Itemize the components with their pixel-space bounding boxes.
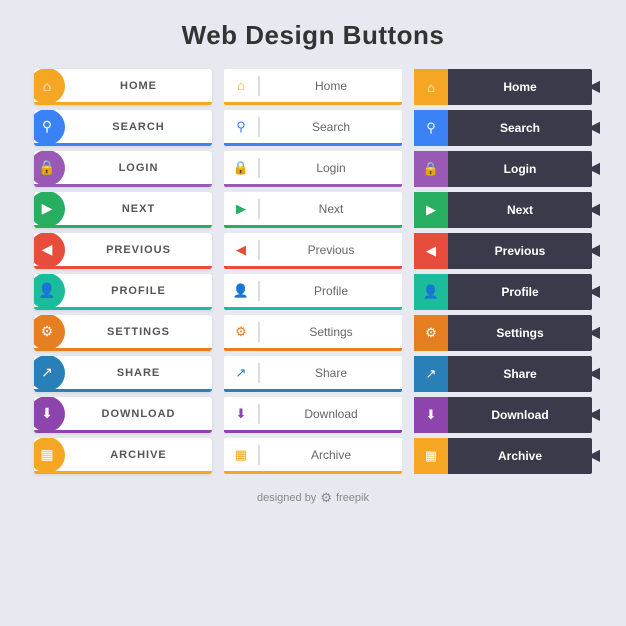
btn-style2-next[interactable]: ▶ Next: [224, 192, 402, 228]
btn-style2-home[interactable]: ⌂ Home: [224, 69, 402, 105]
page-title: Web Design Buttons: [182, 20, 445, 51]
btn-label: Previous: [448, 244, 592, 258]
btn-label: Settings: [260, 325, 402, 339]
btn-label: SETTINGS: [65, 326, 212, 338]
btn-label: Search: [448, 121, 592, 135]
btn-label: Next: [448, 203, 592, 217]
share-icon: ↗: [224, 355, 258, 391]
btn-style1-search[interactable]: ⚲ SEARCH: [34, 110, 212, 146]
btn-style2-settings[interactable]: ⚙ Settings: [224, 315, 402, 351]
column-2: ⌂ Home ⚲ Search 🔒 Login ▶ Next ◀ Previou…: [224, 69, 402, 474]
column-1: ⌂ HOME ⚲ SEARCH 🔒 LOGIN ▶ NEXT ◀ PREVIOU…: [34, 69, 212, 474]
profile-icon: 👤: [224, 273, 258, 309]
column-3: ⌂ Home ⚲ Search 🔒 Login ▶ Next ◀ Previou…: [414, 69, 592, 474]
profile-icon: 👤: [414, 274, 448, 310]
archive-icon: ▦: [414, 438, 448, 474]
footer: designed by ⚙ freepik: [257, 490, 369, 506]
btn-style2-login[interactable]: 🔒 Login: [224, 151, 402, 187]
btn-label: LOGIN: [65, 162, 212, 174]
home-icon: ⌂: [224, 68, 258, 104]
btn-label: Home: [260, 79, 402, 93]
login-icon: 🔒: [414, 151, 448, 187]
btn-label: Previous: [260, 243, 402, 257]
btn-label: DOWNLOAD: [65, 408, 212, 420]
settings-icon: ⚙: [34, 315, 65, 350]
btn-label: SHARE: [65, 367, 212, 379]
btn-style2-previous[interactable]: ◀ Previous: [224, 233, 402, 269]
btn-style2-archive[interactable]: ▦ Archive: [224, 438, 402, 474]
share-icon: ↗: [34, 356, 65, 391]
freepik-logo-icon: ⚙: [320, 490, 332, 506]
previous-icon: ◀: [414, 233, 448, 269]
btn-label: NEXT: [65, 203, 212, 215]
btn-style3-previous[interactable]: ◀ Previous: [414, 233, 592, 269]
login-icon: 🔒: [224, 150, 258, 186]
btn-style3-download[interactable]: ⬇ Download: [414, 397, 592, 433]
btn-style3-archive[interactable]: ▦ Archive: [414, 438, 592, 474]
btn-style3-settings[interactable]: ⚙ Settings: [414, 315, 592, 351]
share-icon: ↗: [414, 356, 448, 392]
btn-label: HOME: [65, 80, 212, 92]
btn-style3-login[interactable]: 🔒 Login: [414, 151, 592, 187]
btn-label: Archive: [260, 448, 402, 462]
archive-icon: ▦: [224, 437, 258, 473]
btn-label: SEARCH: [65, 121, 212, 133]
btn-label: Download: [448, 408, 592, 422]
download-icon: ⬇: [34, 397, 65, 432]
btn-style3-profile[interactable]: 👤 Profile: [414, 274, 592, 310]
btn-label: Share: [448, 367, 592, 381]
btn-style2-share[interactable]: ↗ Share: [224, 356, 402, 392]
previous-icon: ◀: [224, 232, 258, 268]
btn-style2-search[interactable]: ⚲ Search: [224, 110, 402, 146]
buttons-grid: ⌂ HOME ⚲ SEARCH 🔒 LOGIN ▶ NEXT ◀ PREVIOU…: [10, 69, 616, 474]
next-icon: ▶: [224, 191, 258, 227]
footer-text: designed by: [257, 492, 316, 504]
btn-style1-home[interactable]: ⌂ HOME: [34, 69, 212, 105]
btn-label: Download: [260, 407, 402, 421]
btn-label: ARCHIVE: [65, 449, 212, 461]
btn-label: Archive: [448, 449, 592, 463]
btn-label: Login: [260, 161, 402, 175]
btn-label: Next: [260, 202, 402, 216]
btn-style3-search[interactable]: ⚲ Search: [414, 110, 592, 146]
btn-label: Profile: [260, 284, 402, 298]
archive-icon: ▦: [34, 438, 65, 473]
btn-style1-archive[interactable]: ▦ ARCHIVE: [34, 438, 212, 474]
btn-style2-download[interactable]: ⬇ Download: [224, 397, 402, 433]
btn-style1-download[interactable]: ⬇ DOWNLOAD: [34, 397, 212, 433]
download-icon: ⬇: [224, 396, 258, 432]
btn-label: PROFILE: [65, 285, 212, 297]
next-icon: ▶: [34, 192, 65, 227]
btn-style2-profile[interactable]: 👤 Profile: [224, 274, 402, 310]
btn-style1-next[interactable]: ▶ NEXT: [34, 192, 212, 228]
home-icon: ⌂: [414, 69, 448, 105]
btn-style3-share[interactable]: ↗ Share: [414, 356, 592, 392]
btn-label: Profile: [448, 285, 592, 299]
home-icon: ⌂: [34, 69, 65, 104]
btn-style1-share[interactable]: ↗ SHARE: [34, 356, 212, 392]
previous-icon: ◀: [34, 233, 65, 268]
btn-label: Settings: [448, 326, 592, 340]
btn-label: Search: [260, 120, 402, 134]
settings-icon: ⚙: [414, 315, 448, 351]
search-icon: ⚲: [414, 110, 448, 146]
next-icon: ▶: [414, 192, 448, 228]
footer-brand: freepik: [336, 492, 369, 504]
btn-label: Share: [260, 366, 402, 380]
btn-style1-login[interactable]: 🔒 LOGIN: [34, 151, 212, 187]
btn-label: PREVIOUS: [65, 244, 212, 256]
btn-style1-previous[interactable]: ◀ PREVIOUS: [34, 233, 212, 269]
settings-icon: ⚙: [224, 314, 258, 350]
login-icon: 🔒: [34, 151, 65, 186]
btn-style1-settings[interactable]: ⚙ SETTINGS: [34, 315, 212, 351]
btn-style1-profile[interactable]: 👤 PROFILE: [34, 274, 212, 310]
btn-style3-next[interactable]: ▶ Next: [414, 192, 592, 228]
download-icon: ⬇: [414, 397, 448, 433]
btn-label: Login: [448, 162, 592, 176]
profile-icon: 👤: [34, 274, 65, 309]
search-icon: ⚲: [224, 109, 258, 145]
btn-label: Home: [448, 80, 592, 94]
search-icon: ⚲: [34, 110, 65, 145]
btn-style3-home[interactable]: ⌂ Home: [414, 69, 592, 105]
